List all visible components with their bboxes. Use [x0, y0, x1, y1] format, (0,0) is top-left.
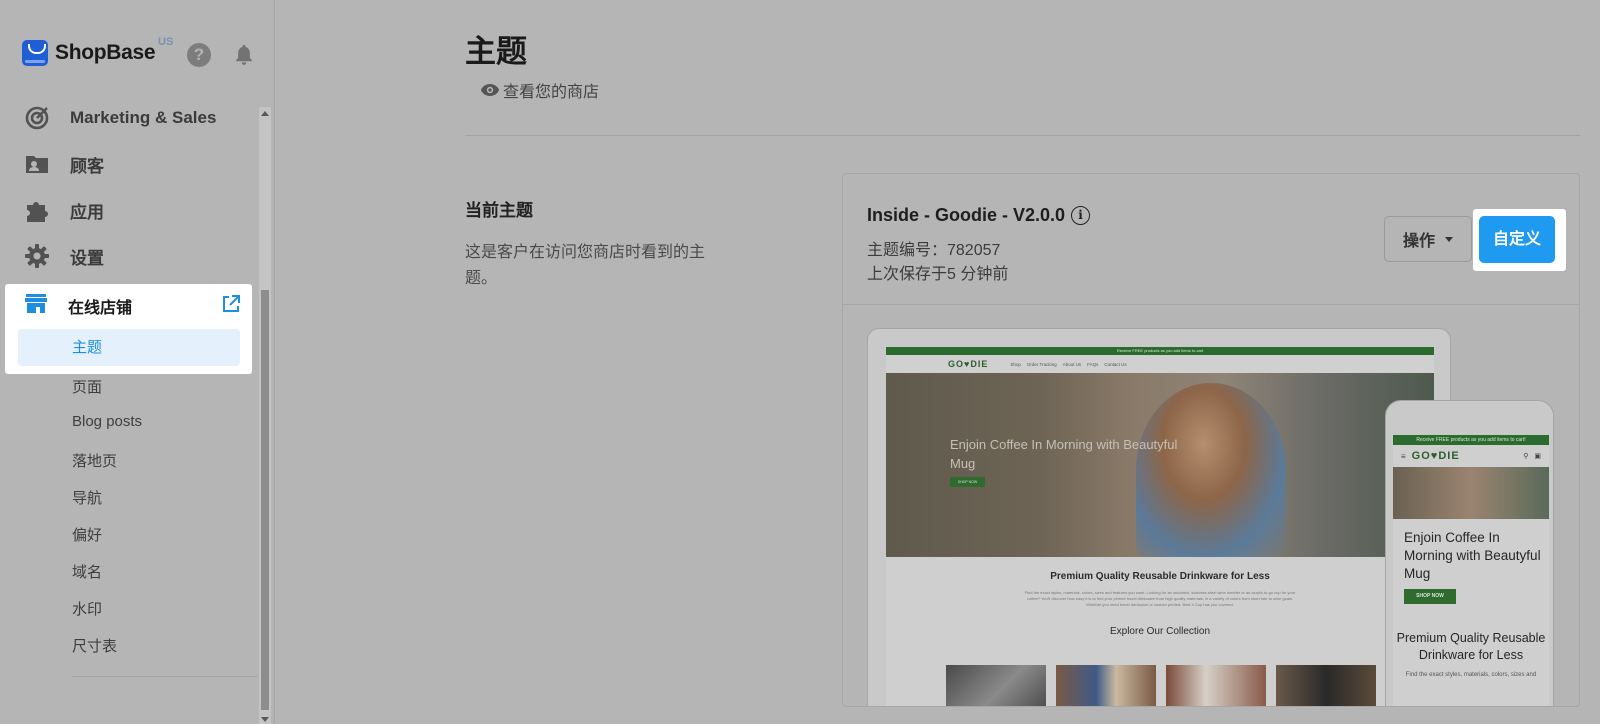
scroll-up-arrow-icon[interactable] — [261, 111, 269, 116]
theme-name-label: Inside - Goodie - V2.0.0 — [867, 205, 1066, 225]
shopbase-logo[interactable]: ShopBase — [22, 40, 156, 66]
mobile-nav: ≡ GO♥DIE ⚲ ▣ — [1393, 445, 1549, 467]
sidebar-subitem-preferences[interactable]: 偏好 — [72, 524, 102, 545]
sidebar-item-marketing[interactable]: Marketing & Sales — [24, 103, 216, 133]
preview-collection-heading: Explore Our Collection — [1109, 626, 1211, 637]
mobile-preview-screen: Receive FREE products as you add items t… — [1393, 435, 1549, 706]
card-divider — [843, 304, 1579, 305]
product-thumbnail — [1166, 665, 1266, 706]
sidebar-item-apps[interactable]: 应用 — [24, 195, 104, 225]
mobile-hero-title: Enjoin Coffee In Morning with Beautyful … — [1404, 530, 1541, 581]
search-icon: ⚲ — [1523, 453, 1529, 460]
customize-highlight: 自定义 — [1473, 209, 1566, 271]
sidebar-scrollbar[interactable] — [259, 107, 271, 724]
theme-name: Inside - Goodie - V2.0.0 i — [867, 205, 1091, 226]
customize-button[interactable]: 自定义 — [1479, 216, 1555, 263]
sidebar-item-label: 设置 — [70, 248, 104, 268]
sidebar-item-label: 应用 — [70, 202, 104, 222]
mobile-hero-button: SHOP NOW — [1404, 589, 1456, 604]
customer-icon — [24, 151, 50, 177]
sidebar-item-settings[interactable]: 设置 — [24, 241, 104, 271]
mobile-preview: Receive FREE products as you add items t… — [1385, 400, 1554, 706]
mobile-body-text: Find the exact styles, materials, colors… — [1405, 672, 1537, 678]
desktop-preview-screen: Receive FREE products as you add items t… — [886, 347, 1434, 706]
eye-icon — [481, 84, 499, 96]
scroll-down-arrow-icon[interactable] — [261, 717, 269, 722]
bell-icon[interactable] — [233, 42, 255, 68]
page-title: 主题 — [465, 34, 527, 69]
mobile-logo: GO♥DIE — [1411, 450, 1460, 462]
product-thumbnail — [946, 665, 1046, 706]
sidebar-subitem-size-chart[interactable]: 尺寸表 — [72, 635, 117, 656]
store-icon — [24, 292, 48, 319]
preview-nav-link: Shop — [1010, 361, 1021, 367]
product-thumbnail — [1056, 665, 1156, 706]
sidebar-subitem-themes[interactable]: 主题 — [18, 329, 240, 366]
preview-heading: Premium Quality Reusable Drinkware for L… — [1050, 571, 1270, 582]
sidebar-item-customers[interactable]: 顾客 — [24, 149, 104, 179]
info-icon[interactable]: i — [1071, 206, 1091, 225]
theme-last-saved: 上次保存于5 分钟前 — [867, 266, 1009, 283]
product-thumbnail — [1276, 665, 1376, 706]
sidebar-divider — [72, 676, 257, 677]
view-store-link[interactable]: 查看您的商店 — [480, 78, 599, 102]
preview-body-text: Find the exact styles, materials, colors… — [1024, 590, 1296, 607]
theme-id: 主题编号：782057 — [867, 242, 1001, 259]
preview-hero-image: Enjoin Coffee In Morning with Beautyful … — [886, 373, 1434, 557]
sidebar-subitem-watermark[interactable]: 水印 — [72, 598, 102, 619]
desktop-preview: Receive FREE products as you add items t… — [867, 328, 1451, 706]
current-theme-title: 当前主题 — [465, 201, 533, 220]
view-store-label: 查看您的商店 — [503, 84, 600, 101]
actions-label: 操作 — [1402, 233, 1435, 250]
sidebar: ShopBase US ? Marketing & Sales 顾客 应用 设置 — [0, 0, 275, 724]
header-divider — [465, 135, 1580, 136]
mobile-hero-image — [1393, 467, 1549, 519]
shopbase-bag-icon — [22, 40, 48, 66]
mobile-heading: Premium Quality Reusable Drinkware for L… — [1396, 631, 1546, 662]
sidebar-item-label: 在线店铺 — [68, 299, 133, 317]
preview-nav-link: Contact Us — [1104, 361, 1127, 367]
sidebar-item-online-store[interactable]: 在线店铺 — [24, 292, 132, 319]
cart-icon: ▣ — [1534, 453, 1541, 460]
preview-nav-link: About Us — [1062, 361, 1082, 367]
hamburger-icon: ≡ — [1401, 451, 1406, 461]
region-badge: US — [158, 36, 174, 48]
sidebar-subitem-blog-posts[interactable]: Blog posts — [72, 413, 142, 430]
preview-hero-title: Enjoin Coffee In Morning with Beautyful … — [950, 437, 1178, 471]
sidebar-item-label: 顾客 — [70, 156, 104, 176]
scrollbar-thumb[interactable] — [261, 290, 269, 710]
gear-icon — [24, 243, 50, 269]
sidebar-subitem-navigation[interactable]: 导航 — [72, 487, 102, 508]
sidebar-subitem-landing-pages[interactable]: 落地页 — [72, 450, 117, 471]
preview-nav: GO♥DIE Shop Order Tracking About Us FAQs… — [886, 355, 1434, 373]
preview-nav-link: Order Tracking — [1026, 361, 1057, 367]
preview-logo: GO♥DIE — [948, 359, 989, 369]
sidebar-subitem-pages[interactable]: 页面 — [72, 376, 102, 397]
preview-announcement-bar: Receive FREE products as you add items t… — [886, 347, 1434, 355]
preview-product-grid — [946, 665, 1386, 706]
preview-hero-button: SHOP NOW — [950, 477, 985, 487]
sidebar-item-label: Marketing & Sales — [70, 108, 217, 127]
current-theme-description: 这是客户在访问您商店时看到的主题。 — [465, 244, 706, 287]
online-store-section: 在线店铺 主题 — [5, 284, 252, 374]
help-icon[interactable]: ? — [187, 43, 211, 67]
mobile-announcement-bar: Receive FREE products as you add items t… — [1393, 435, 1549, 445]
target-icon — [24, 105, 50, 131]
caret-down-icon — [1445, 236, 1453, 242]
puzzle-icon — [24, 197, 50, 223]
preview-nav-link: FAQs — [1087, 361, 1099, 367]
external-link-icon[interactable] — [222, 295, 240, 313]
current-theme-card: Inside - Goodie - V2.0.0 i 主题编号：782057 上… — [842, 173, 1580, 707]
sidebar-subitem-domains[interactable]: 域名 — [72, 561, 102, 582]
brand-name: ShopBase — [55, 41, 156, 64]
actions-dropdown-button[interactable]: 操作 — [1384, 216, 1472, 262]
